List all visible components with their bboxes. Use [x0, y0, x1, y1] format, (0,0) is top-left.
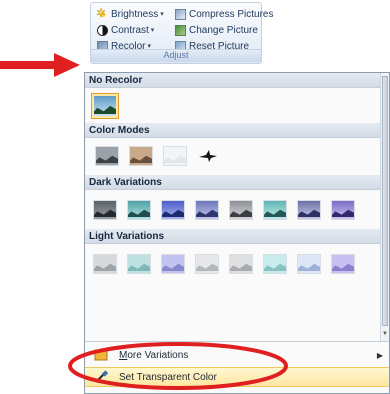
adjust-ribbon-group: Brightness ▾ Contrast ▾ Recolor ▾ Compre…: [90, 2, 273, 64]
chevron-down-icon: ▾: [150, 27, 155, 34]
dark-variation-swatch[interactable]: [127, 200, 151, 220]
color-mode-black-white-swatch[interactable]: [197, 146, 219, 166]
no-recolor-header: No Recolor: [85, 73, 381, 88]
dark-variation-swatch[interactable]: [195, 200, 219, 220]
chevron-right-icon: ▶: [376, 350, 383, 360]
compress-pictures-label: Compress Pictures: [189, 8, 274, 20]
red-ellipse-annotation: [68, 342, 288, 390]
dark-variation-swatch[interactable]: [331, 200, 355, 220]
red-arrow-annotation: [0, 53, 80, 77]
dark-variation-swatch[interactable]: [263, 200, 287, 220]
contrast-label: Contrast: [111, 24, 149, 36]
light-variation-swatch[interactable]: [195, 254, 219, 274]
brightness-label: Brightness: [111, 8, 159, 20]
light-variation-swatch[interactable]: [127, 254, 151, 274]
dark-variation-swatch[interactable]: [297, 200, 321, 220]
brightness-button[interactable]: Brightness ▾: [96, 6, 164, 21]
gallery-scrollbar[interactable]: [380, 73, 389, 341]
color-mode-grayscale-swatch[interactable]: [95, 146, 119, 166]
light-variation-swatch[interactable]: [263, 254, 287, 274]
group-label-adjust: Adjust: [91, 49, 261, 62]
dark-variations-header: Dark Variations: [85, 175, 381, 190]
brightness-icon: [96, 6, 108, 20]
light-variations-row: [93, 254, 365, 274]
dark-variations-row: [93, 200, 365, 220]
light-variation-swatch[interactable]: [297, 254, 321, 274]
light-variation-swatch[interactable]: [93, 254, 117, 274]
change-picture-label: Change Picture: [189, 24, 258, 36]
black-white-silhouette-icon: [199, 150, 217, 162]
no-recolor-swatch[interactable]: [91, 93, 119, 119]
light-variations-header: Light Variations: [85, 229, 381, 244]
contrast-button[interactable]: Contrast ▾: [97, 23, 154, 37]
compress-pictures-icon: [175, 8, 186, 20]
dark-variation-swatch[interactable]: [161, 200, 185, 220]
color-mode-washout-swatch[interactable]: [163, 146, 187, 166]
change-picture-icon: [175, 24, 186, 36]
scroll-down-icon[interactable]: ▼: [381, 331, 389, 341]
chevron-down-icon: ▾: [160, 11, 164, 18]
light-variation-swatch[interactable]: [229, 254, 253, 274]
compress-pictures-button[interactable]: Compress Pictures: [175, 7, 273, 21]
change-picture-button[interactable]: Change Picture: [175, 23, 258, 37]
color-modes-header: Color Modes: [85, 123, 381, 138]
color-modes-row: [95, 146, 229, 166]
light-variation-swatch[interactable]: [161, 254, 185, 274]
dark-variation-swatch[interactable]: [229, 200, 253, 220]
light-variation-swatch[interactable]: [331, 254, 355, 274]
contrast-icon: [97, 24, 108, 36]
dark-variation-swatch[interactable]: [93, 200, 117, 220]
scrollbar-thumb[interactable]: [382, 76, 388, 326]
color-mode-sepia-swatch[interactable]: [129, 146, 153, 166]
